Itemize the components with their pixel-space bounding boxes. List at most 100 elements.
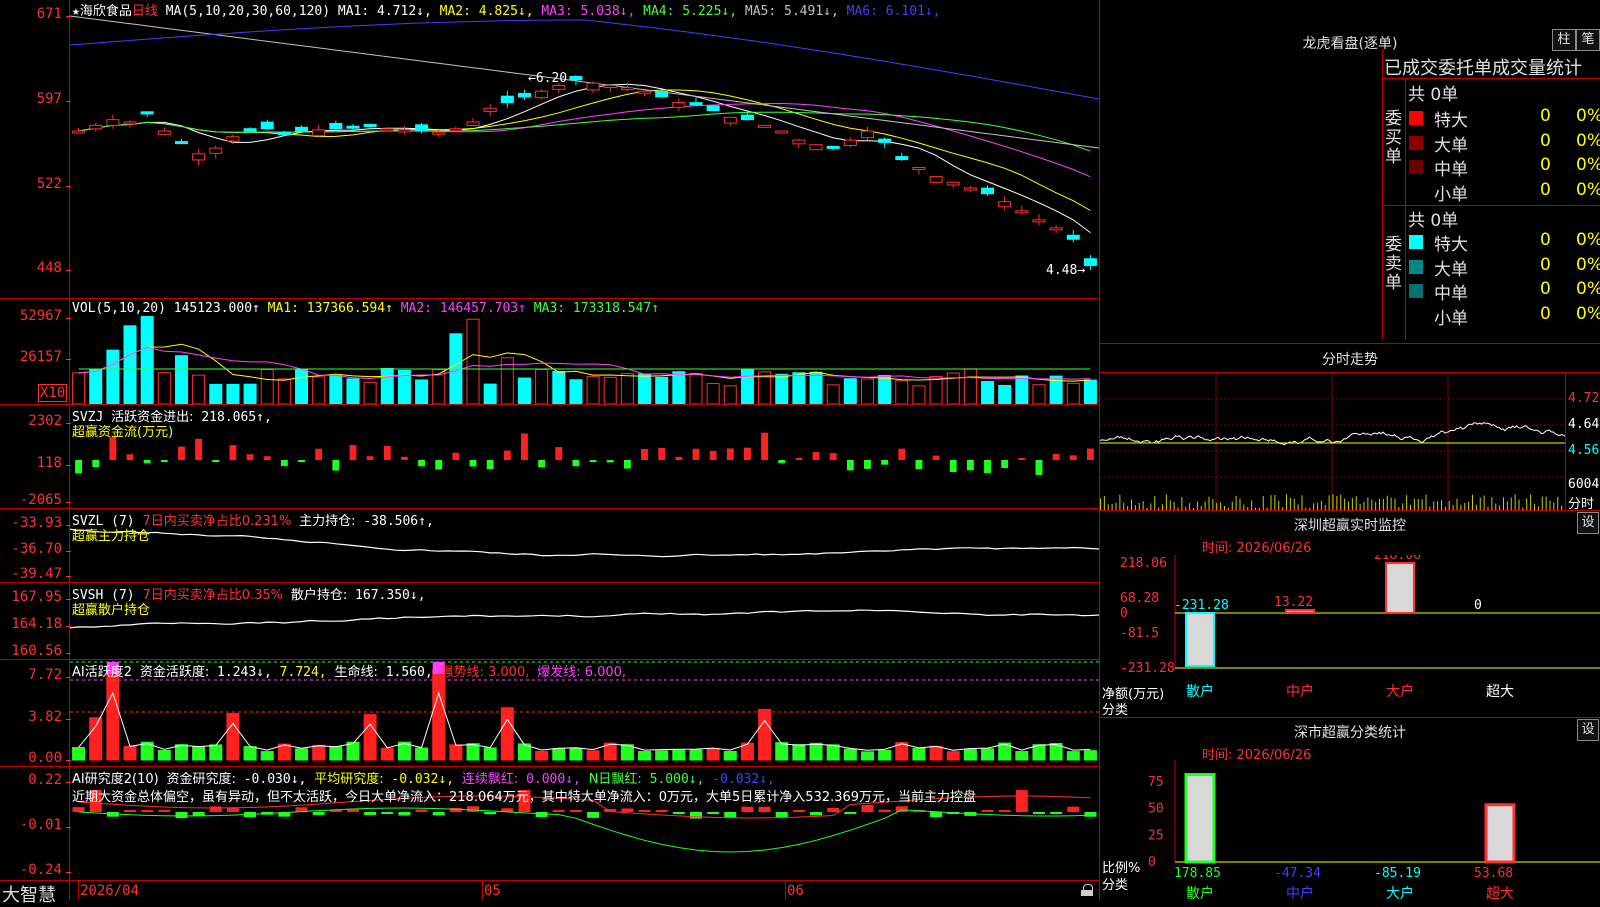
volume-bar xyxy=(312,376,326,404)
intraday-vol-bar xyxy=(1289,497,1291,510)
intraday-vol: 6004 xyxy=(1568,477,1600,492)
activity-bar xyxy=(843,748,857,761)
ai-research-value4: 5.000↓, xyxy=(649,772,705,787)
volume-bar xyxy=(586,376,600,404)
candle xyxy=(569,76,583,81)
intraday-vol-bar xyxy=(1286,494,1287,510)
volume-bar xyxy=(775,373,789,404)
intraday-vol-bar xyxy=(1142,501,1144,510)
intraday-vol-bar xyxy=(1402,503,1404,510)
intraday-vol-bar xyxy=(1375,502,1377,510)
flow-bar xyxy=(606,460,614,463)
activity-bar xyxy=(689,749,703,761)
flow-bar xyxy=(589,460,597,462)
price-chart-pane[interactable] xyxy=(70,0,1099,298)
intraday-vol-bar xyxy=(1119,494,1121,510)
classify-category: 散户 xyxy=(1186,885,1214,900)
buy-side-label: 委买单 xyxy=(1385,109,1402,167)
volume-bar xyxy=(106,349,120,404)
classify-tick-label: 0 xyxy=(1148,855,1156,870)
holding-line xyxy=(70,528,1099,558)
candle xyxy=(1032,219,1046,223)
period-label[interactable]: 日线 xyxy=(132,4,158,19)
sz-monitor-pane[interactable]: 218.06 68.28 0 -81.5 -231.28 -231.28 13.22 218.… xyxy=(1100,555,1600,715)
classify-tick-label: 50 xyxy=(1148,802,1164,817)
svzj-tick-label: 2302 xyxy=(28,413,62,429)
intraday-vol-bar xyxy=(1154,495,1156,510)
x-tick xyxy=(78,880,79,900)
candle xyxy=(981,187,995,195)
activity-bar xyxy=(826,744,840,761)
candle xyxy=(1049,227,1063,231)
activity-bar xyxy=(500,707,514,761)
activity-bar xyxy=(912,747,926,761)
ai-research-value5: -0.032↓, xyxy=(712,772,775,787)
classify-category: 中户 xyxy=(1286,885,1314,900)
flow-bar xyxy=(503,450,511,460)
flow-bar xyxy=(1035,460,1043,475)
buy-row-label: 中单 xyxy=(1434,160,1468,180)
sz-classify-settings-button[interactable]: 设 xyxy=(1577,719,1599,741)
flow-bar xyxy=(778,460,786,464)
activity-bar xyxy=(860,751,874,761)
pen-button[interactable]: 笔 xyxy=(1576,29,1600,51)
activity-bar xyxy=(157,749,171,761)
intraday-vol-bar xyxy=(1363,501,1365,510)
candle xyxy=(689,102,703,106)
svzj-tick xyxy=(66,465,71,466)
activity-bar xyxy=(775,742,789,761)
intraday-price: 4.720 xyxy=(1568,391,1600,406)
volume-bar xyxy=(723,385,737,404)
stock-name: 海欣食品 xyxy=(79,4,132,19)
sz-classify-pane[interactable]: 75 50 25 0 178.85 -47.34 -85.19 53.68 散户 中户 大户 超大 xyxy=(1100,760,1600,900)
flow-bar xyxy=(178,446,185,460)
intraday-pane[interactable] xyxy=(1100,373,1565,510)
intraday-vol-bar xyxy=(1235,495,1237,510)
research-bar xyxy=(124,810,137,812)
ma-line xyxy=(70,19,1099,100)
activity-bar xyxy=(432,669,446,761)
price-chart[interactable] xyxy=(70,0,1099,298)
candle xyxy=(1083,258,1097,266)
pillar-button[interactable]: 柱 xyxy=(1552,29,1576,51)
sz-monitor-settings-button[interactable]: 设 xyxy=(1577,512,1599,534)
research-bar xyxy=(312,812,325,815)
flow-bar xyxy=(966,460,974,471)
intraday-vol-bar xyxy=(1510,497,1512,510)
candle xyxy=(72,130,86,134)
ai-active-value3: 1.560, xyxy=(385,665,433,680)
intraday-vol-bar xyxy=(1181,497,1183,510)
activity-bar xyxy=(415,747,429,761)
intraday-vol-bar xyxy=(1541,496,1543,510)
candle xyxy=(792,139,806,145)
activity-bar xyxy=(346,741,360,761)
intraday-chart[interactable] xyxy=(1100,373,1565,510)
price-tick-label: 671 xyxy=(36,6,62,22)
volume-bar xyxy=(706,383,720,404)
candle xyxy=(449,128,463,132)
sell-row-pct: 0% xyxy=(1576,254,1600,275)
flow-bar xyxy=(1086,448,1094,460)
vol-unit: X10 xyxy=(38,384,68,402)
ai-active-strong: 强势线: 3.000, xyxy=(440,665,530,680)
intraday-vol-bar xyxy=(1103,495,1105,510)
volume-bar xyxy=(380,367,394,404)
sz-monitor-chart[interactable]: 218.0668.280-81.5-231.28-231.28 13.22218.… xyxy=(1100,555,1600,715)
activity-bar xyxy=(1066,751,1080,761)
sz-classify-chart[interactable]: 75 50 25 0 178.85 -47.34 -85.19 53.68 散户 中户 大户 超大 xyxy=(1100,760,1600,900)
research-bar xyxy=(810,812,823,816)
price-tick-label: 448 xyxy=(36,260,62,276)
activity-bar xyxy=(363,714,377,761)
sell-row-color-swatch xyxy=(1409,259,1423,274)
flow-bar xyxy=(75,460,83,474)
intraday-vol-bar xyxy=(1355,496,1357,510)
star-icon[interactable]: ★ xyxy=(72,4,80,19)
research-bar xyxy=(981,810,994,812)
candle xyxy=(740,114,754,121)
intraday-vol-bar xyxy=(1549,500,1551,510)
intraday-vol-bar xyxy=(1220,502,1222,510)
flow-bar xyxy=(898,448,906,460)
volume-bar xyxy=(689,372,703,404)
monitor-bar xyxy=(1185,612,1215,668)
intraday-vol-bar xyxy=(1138,502,1140,510)
